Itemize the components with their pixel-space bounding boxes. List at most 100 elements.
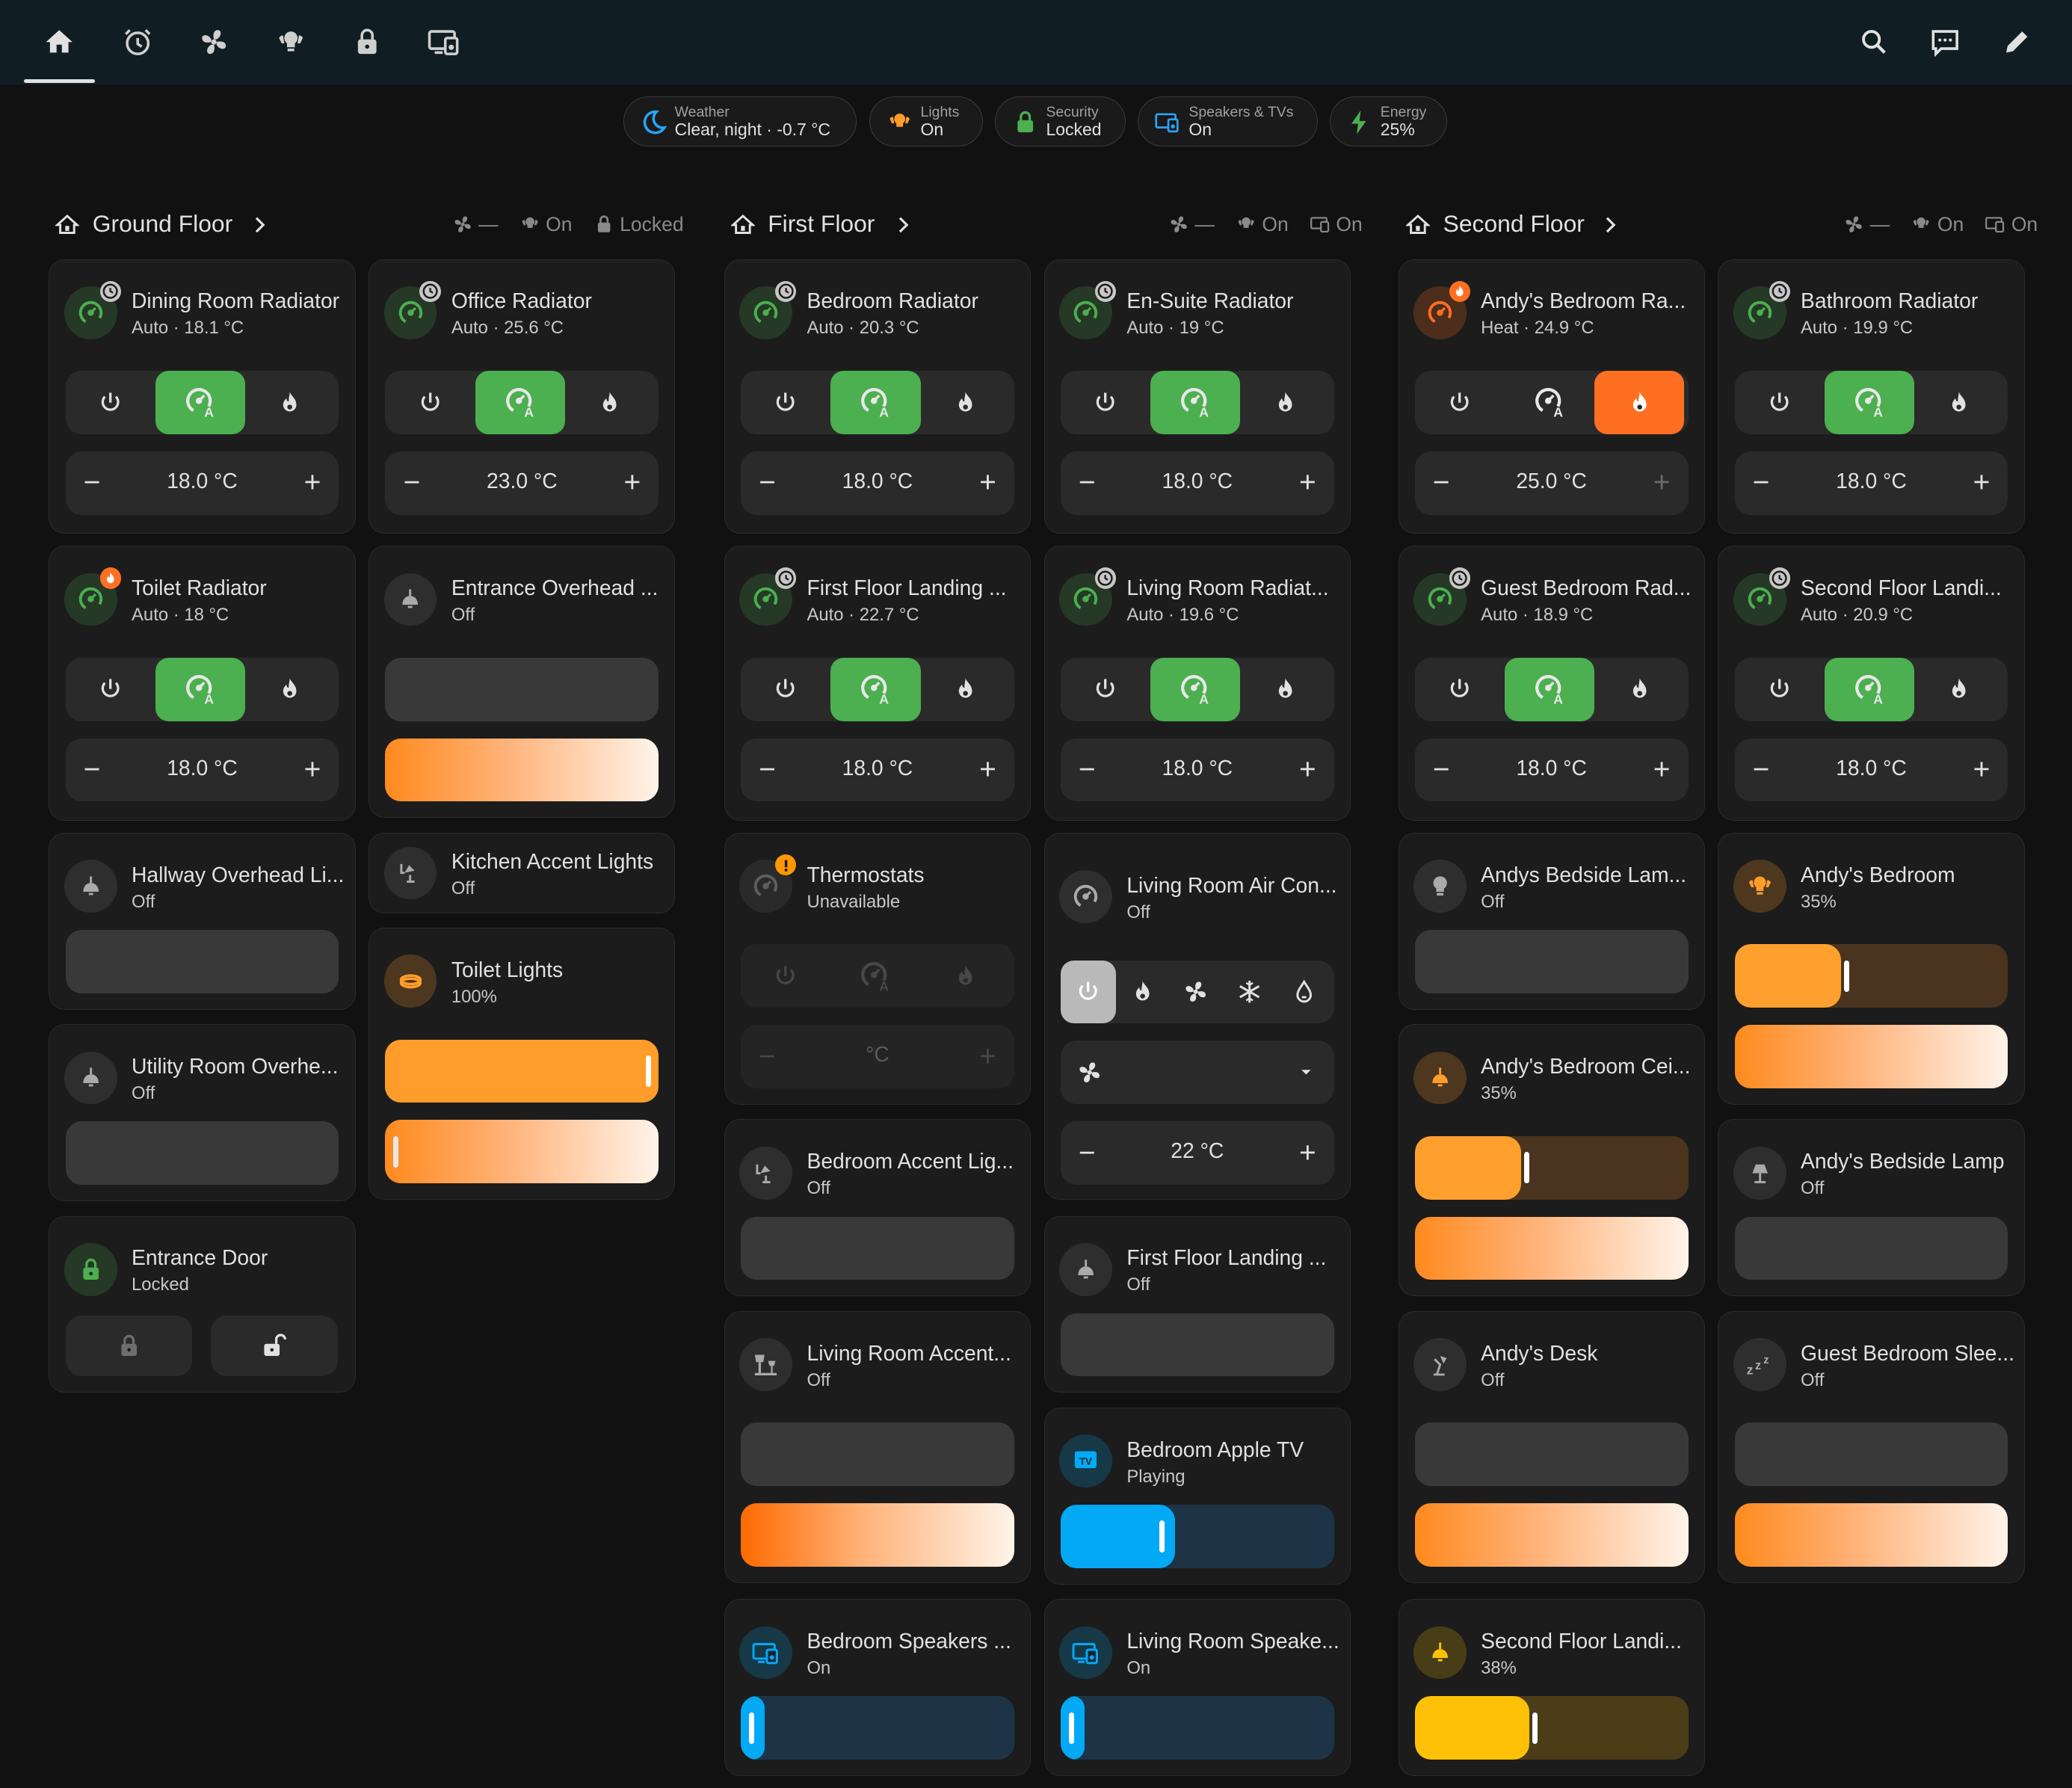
slider-thumb[interactable]	[1069, 1712, 1075, 1744]
dry-mode-icon[interactable]	[1277, 966, 1331, 1019]
air-conditioner-card[interactable]: Living Room Air Con... Off −22 °C +	[1043, 832, 1351, 1200]
lock-icon[interactable]	[64, 1242, 117, 1296]
media-player-card[interactable]: Bedroom Speakers ... On	[724, 1599, 1032, 1777]
fan-icon[interactable]	[191, 19, 238, 67]
brightness-slider[interactable]	[385, 1039, 659, 1103]
climate-card-unavailable[interactable]: Thermostats Unavailable A − °C +	[724, 832, 1032, 1106]
color-temperature-slider[interactable]	[741, 1503, 1014, 1567]
light-card[interactable]: Living Room Accent... Off	[724, 1310, 1032, 1584]
media-player-card[interactable]: TV Bedroom Apple TV Playing	[1043, 1407, 1351, 1585]
lock-card[interactable]: Entrance Door Locked	[49, 1215, 356, 1393]
light-card[interactable]: Andy's Bedroom Cei... 35%	[1398, 1024, 1705, 1297]
slider-thumb[interactable]	[749, 1712, 755, 1744]
heat-flame-icon[interactable]	[1240, 371, 1330, 434]
climate-card[interactable]: Office Radiator Auto · 25.6 °C A −23.0 °C +	[369, 259, 676, 534]
increase-temperature-button[interactable]: +	[1646, 753, 1677, 786]
increase-temperature-button[interactable]: +	[1966, 753, 1997, 786]
increase-temperature-button[interactable]: +	[297, 466, 328, 499]
light-card[interactable]: Andy's Desk Off	[1398, 1310, 1705, 1584]
heat-flame-icon[interactable]	[1116, 966, 1169, 1019]
increase-temperature-button[interactable]: +	[1966, 466, 1997, 499]
climate-card[interactable]: Dining Room Radiator Auto · 18.1 °C A −18.0…	[49, 259, 356, 534]
increase-temperature-button[interactable]: +	[1292, 753, 1323, 786]
brightness-slider[interactable]	[1414, 1135, 1689, 1200]
ceiling-light-icon[interactable]	[64, 1051, 117, 1105]
power-off-icon[interactable]	[1735, 658, 1825, 721]
power-off-icon[interactable]	[741, 658, 830, 721]
light-card[interactable]: Bedroom Accent Lig... Off	[724, 1119, 1032, 1297]
sleep-zzz-icon[interactable]: zzz	[1733, 1338, 1786, 1391]
lock-button[interactable]	[65, 1316, 193, 1377]
brightness-slider[interactable]	[65, 929, 339, 993]
power-off-icon[interactable]	[66, 658, 155, 721]
ceiling-light-icon[interactable]	[64, 860, 117, 913]
ceiling-light-icon[interactable]	[1413, 1051, 1467, 1105]
volume-slider[interactable]	[1060, 1504, 1334, 1568]
power-off-icon[interactable]	[1061, 658, 1150, 721]
climate-card[interactable]: Second Floor Landi... Auto · 20.9 °C A −18.…	[1718, 546, 2025, 821]
auto-mode-icon[interactable]: A	[1824, 657, 1915, 721]
ceiling-light-icon[interactable]	[383, 573, 437, 626]
assist-chat-icon[interactable]	[1922, 19, 1970, 67]
climate-card[interactable]: Bedroom Radiator Auto · 20.3 °C A −18.0 °C +	[724, 259, 1032, 534]
area-header-second-floor[interactable]: Second Floor	[1406, 208, 1631, 242]
wall-lamp-icon[interactable]	[383, 846, 437, 900]
speakers-tvs-chip[interactable]: Speakers & TVs On	[1138, 96, 1318, 147]
light-ring-icon[interactable]	[383, 955, 437, 1008]
color-temperature-slider[interactable]	[1414, 1216, 1689, 1280]
power-off-icon[interactable]	[66, 371, 155, 434]
brightness-slider[interactable]	[1734, 944, 2008, 1008]
home-icon[interactable]	[36, 19, 84, 67]
slider-thumb[interactable]	[1843, 960, 1849, 992]
area-header-ground-floor[interactable]: Ground Floor	[55, 208, 280, 242]
climate-card[interactable]: En-Suite Radiator Auto · 19 °C A −18.0 °C +	[1043, 259, 1351, 534]
light-card[interactable]: Andy's Bedside Lamp Off	[1718, 1119, 2025, 1297]
auto-mode-icon[interactable]: A	[155, 371, 246, 434]
slider-thumb[interactable]	[645, 1055, 651, 1088]
lock-icon[interactable]	[344, 19, 392, 67]
security-chip[interactable]: Security Locked	[995, 96, 1126, 147]
heat-flame-icon[interactable]	[1914, 371, 2004, 434]
slider-thumb[interactable]	[1523, 1151, 1529, 1184]
power-off-icon[interactable]	[1061, 371, 1150, 434]
floor-lamp-icon[interactable]	[1733, 1146, 1786, 1200]
light-card[interactable]: Andys Bedside Lam... Off	[1398, 832, 1705, 1010]
brightness-slider[interactable]	[741, 1216, 1014, 1280]
auto-mode-icon[interactable]: A	[830, 657, 921, 721]
heat-flame-icon[interactable]	[245, 371, 335, 434]
brightness-slider[interactable]	[1060, 1313, 1334, 1377]
increase-temperature-button[interactable]: +	[972, 753, 1003, 786]
climate-card[interactable]: Andy's Bedroom Ra... Heat · 24.9 °C A −25.0…	[1398, 259, 1705, 534]
volume-slider[interactable]	[741, 1696, 1014, 1760]
auto-mode-icon[interactable]: A	[1150, 657, 1241, 721]
heat-flame-icon[interactable]	[921, 371, 1011, 434]
color-temperature-slider[interactable]	[1734, 1503, 2008, 1567]
slider-thumb[interactable]	[393, 1135, 399, 1168]
auto-mode-icon[interactable]: A	[1504, 657, 1595, 721]
lightbulb-icon[interactable]	[1413, 860, 1467, 913]
color-temperature-slider[interactable]	[385, 1120, 659, 1184]
increase-temperature-button[interactable]: +	[297, 753, 328, 786]
light-card[interactable]: Hallway Overhead Li... Off	[49, 832, 356, 1010]
weather-chip[interactable]: Weather Clear, night · -0.7 °C	[623, 96, 857, 147]
alarm-clock-icon[interactable]	[114, 19, 161, 67]
color-temperature-slider[interactable]	[1734, 1025, 2008, 1089]
increase-temperature-button[interactable]: +	[1292, 466, 1323, 499]
heat-flame-icon[interactable]	[245, 658, 335, 721]
heat-flame-icon[interactable]	[1594, 371, 1685, 434]
increase-temperature-button[interactable]: +	[972, 466, 1003, 499]
light-card[interactable]: Andy's Bedroom 35%	[1718, 832, 2025, 1106]
color-temperature-slider[interactable]	[1414, 1503, 1689, 1567]
lights-chip[interactable]: Lights On	[869, 96, 984, 147]
brightness-slider[interactable]	[741, 1422, 1014, 1487]
brightness-slider[interactable]	[1414, 929, 1689, 993]
auto-mode-icon[interactable]: A	[1505, 371, 1594, 434]
light-card[interactable]: Kitchen Accent Lights Off	[369, 832, 676, 913]
slider-thumb[interactable]	[1159, 1520, 1165, 1553]
speaker-tv-icon[interactable]	[1059, 1626, 1112, 1680]
brightness-slider[interactable]	[1734, 1422, 2008, 1487]
increase-temperature-button[interactable]: +	[1292, 1137, 1323, 1169]
light-card[interactable]: Entrance Overhead ... Off	[369, 546, 676, 819]
climate-card[interactable]: Toilet Radiator Auto · 18 °C A −18.0 °C +	[49, 546, 356, 821]
light-card[interactable]: Second Floor Landi... 38%	[1398, 1599, 1705, 1777]
